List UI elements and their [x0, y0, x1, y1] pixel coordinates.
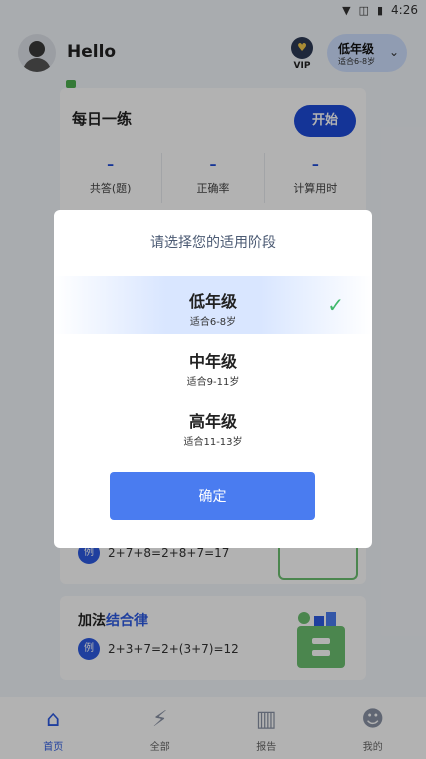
confirm-button[interactable]: 确定	[110, 472, 315, 520]
option-mid-grade[interactable]: 中年级 适合9-11岁	[54, 336, 372, 394]
option-ages: 适合9-11岁	[186, 377, 240, 388]
option-ages: 适合11-13岁	[183, 437, 243, 448]
option-name: 中年级	[188, 352, 237, 371]
grade-select-dialog: 请选择您的适用阶段 低年级 适合6-8岁 ✓ 中年级 适合9-11岁 高年级 适…	[54, 210, 372, 548]
option-ages: 适合6-8岁	[189, 317, 237, 328]
dialog-title: 请选择您的适用阶段	[150, 235, 276, 251]
option-name: 高年级	[188, 412, 237, 431]
option-low-grade[interactable]: 低年级 适合6-8岁 ✓	[54, 276, 372, 334]
checkmark-icon: ✓	[327, 293, 344, 317]
option-name: 低年级	[188, 292, 237, 311]
option-high-grade[interactable]: 高年级 适合11-13岁	[54, 396, 372, 454]
